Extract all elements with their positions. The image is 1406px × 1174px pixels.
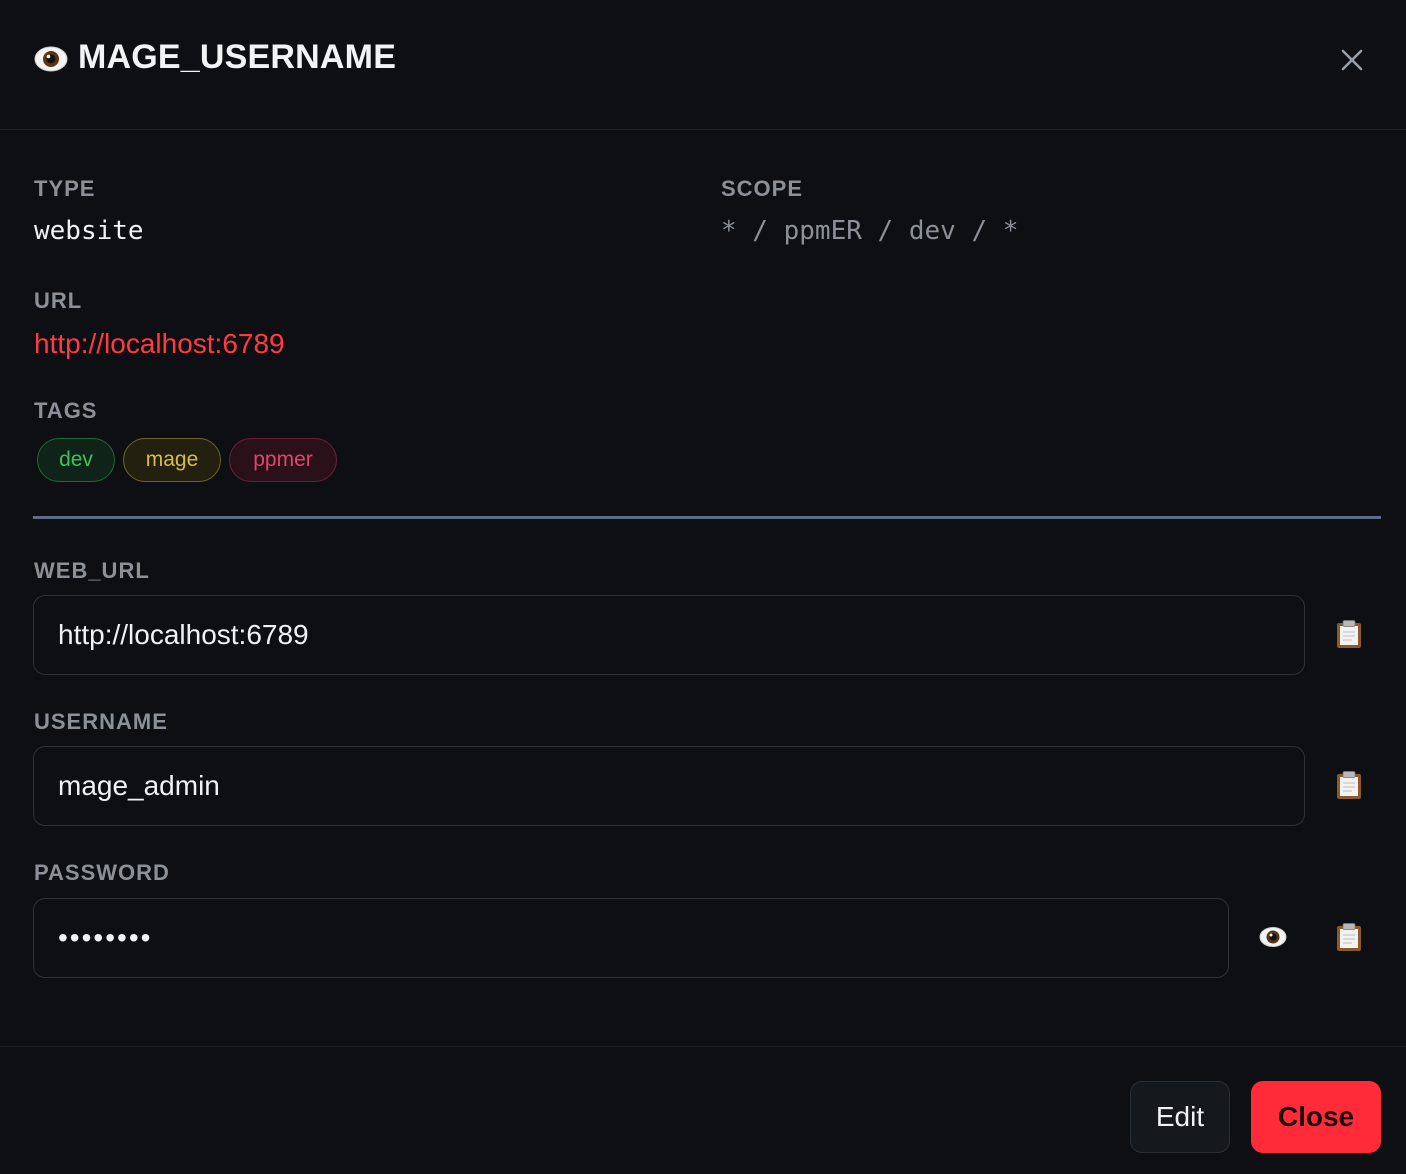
tag-dev: dev [37, 438, 115, 482]
eye-icon [34, 46, 68, 72]
modal-header: MAGE_USERNAME [0, 0, 1406, 130]
username-field[interactable]: mage_admin [33, 746, 1305, 826]
close-icon[interactable] [1334, 42, 1370, 78]
tag-ppmer: ppmer [229, 438, 337, 482]
secret-detail-modal: MAGE_USERNAME TYPE website SCOPE * / ppm… [0, 0, 1406, 1174]
type-label: TYPE [34, 176, 96, 201]
modal-footer: Edit Close [0, 1046, 1406, 1174]
tag-mage: mage [123, 438, 221, 482]
username-label: USERNAME [34, 709, 168, 734]
section-divider [33, 516, 1381, 519]
eye-icon [1259, 927, 1287, 947]
password-field[interactable]: •••••••• [33, 898, 1229, 978]
clipboard-icon [1337, 620, 1361, 648]
close-button[interactable]: Close [1251, 1081, 1381, 1153]
type-value: website [34, 216, 144, 246]
toggle-password-visibility-button[interactable] [1251, 915, 1295, 959]
web-url-field[interactable]: http://localhost:6789 [33, 595, 1305, 675]
clipboard-icon [1337, 771, 1361, 799]
url-link[interactable]: http://localhost:6789 [34, 328, 285, 360]
copy-password-button[interactable] [1327, 915, 1371, 959]
copy-username-button[interactable] [1327, 763, 1371, 807]
scope-value: * / ppmER / dev / * [721, 216, 1019, 246]
edit-button[interactable]: Edit [1130, 1081, 1230, 1153]
clipboard-icon [1337, 923, 1361, 951]
url-label: URL [34, 288, 83, 313]
copy-web-url-button[interactable] [1327, 612, 1371, 656]
web-url-label: WEB_URL [34, 558, 150, 583]
password-label: PASSWORD [34, 860, 170, 885]
scope-label: SCOPE [721, 176, 804, 201]
page-title: MAGE_USERNAME [78, 38, 397, 76]
tags-label: TAGS [34, 398, 98, 423]
